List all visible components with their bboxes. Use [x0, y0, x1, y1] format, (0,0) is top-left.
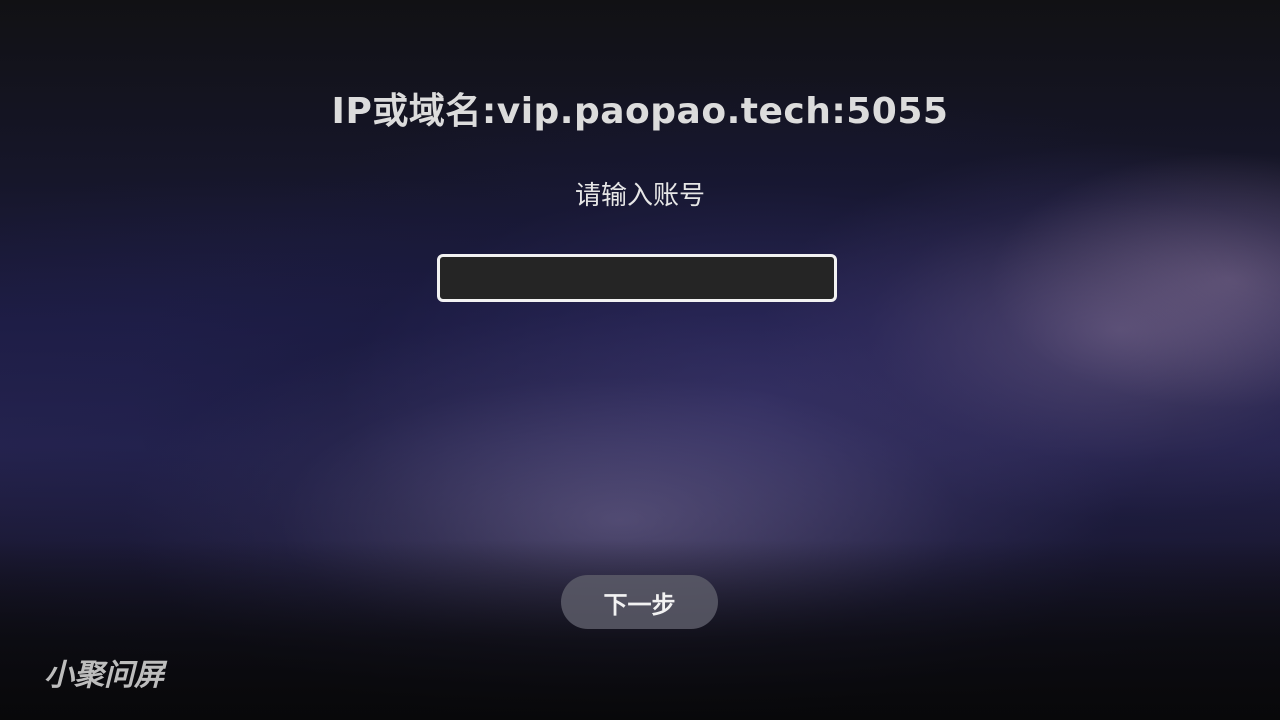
- login-screen: IP或域名:vip.paopao.tech:5055 请输入账号 下一步 小聚问…: [0, 0, 1280, 720]
- account-input[interactable]: [437, 254, 837, 302]
- next-step-button[interactable]: 下一步: [561, 575, 718, 629]
- brand-watermark: 小聚问屏: [44, 658, 164, 693]
- server-address-title: IP或域名:vip.paopao.tech:5055: [331, 91, 949, 132]
- account-prompt: 请输入账号: [574, 181, 705, 211]
